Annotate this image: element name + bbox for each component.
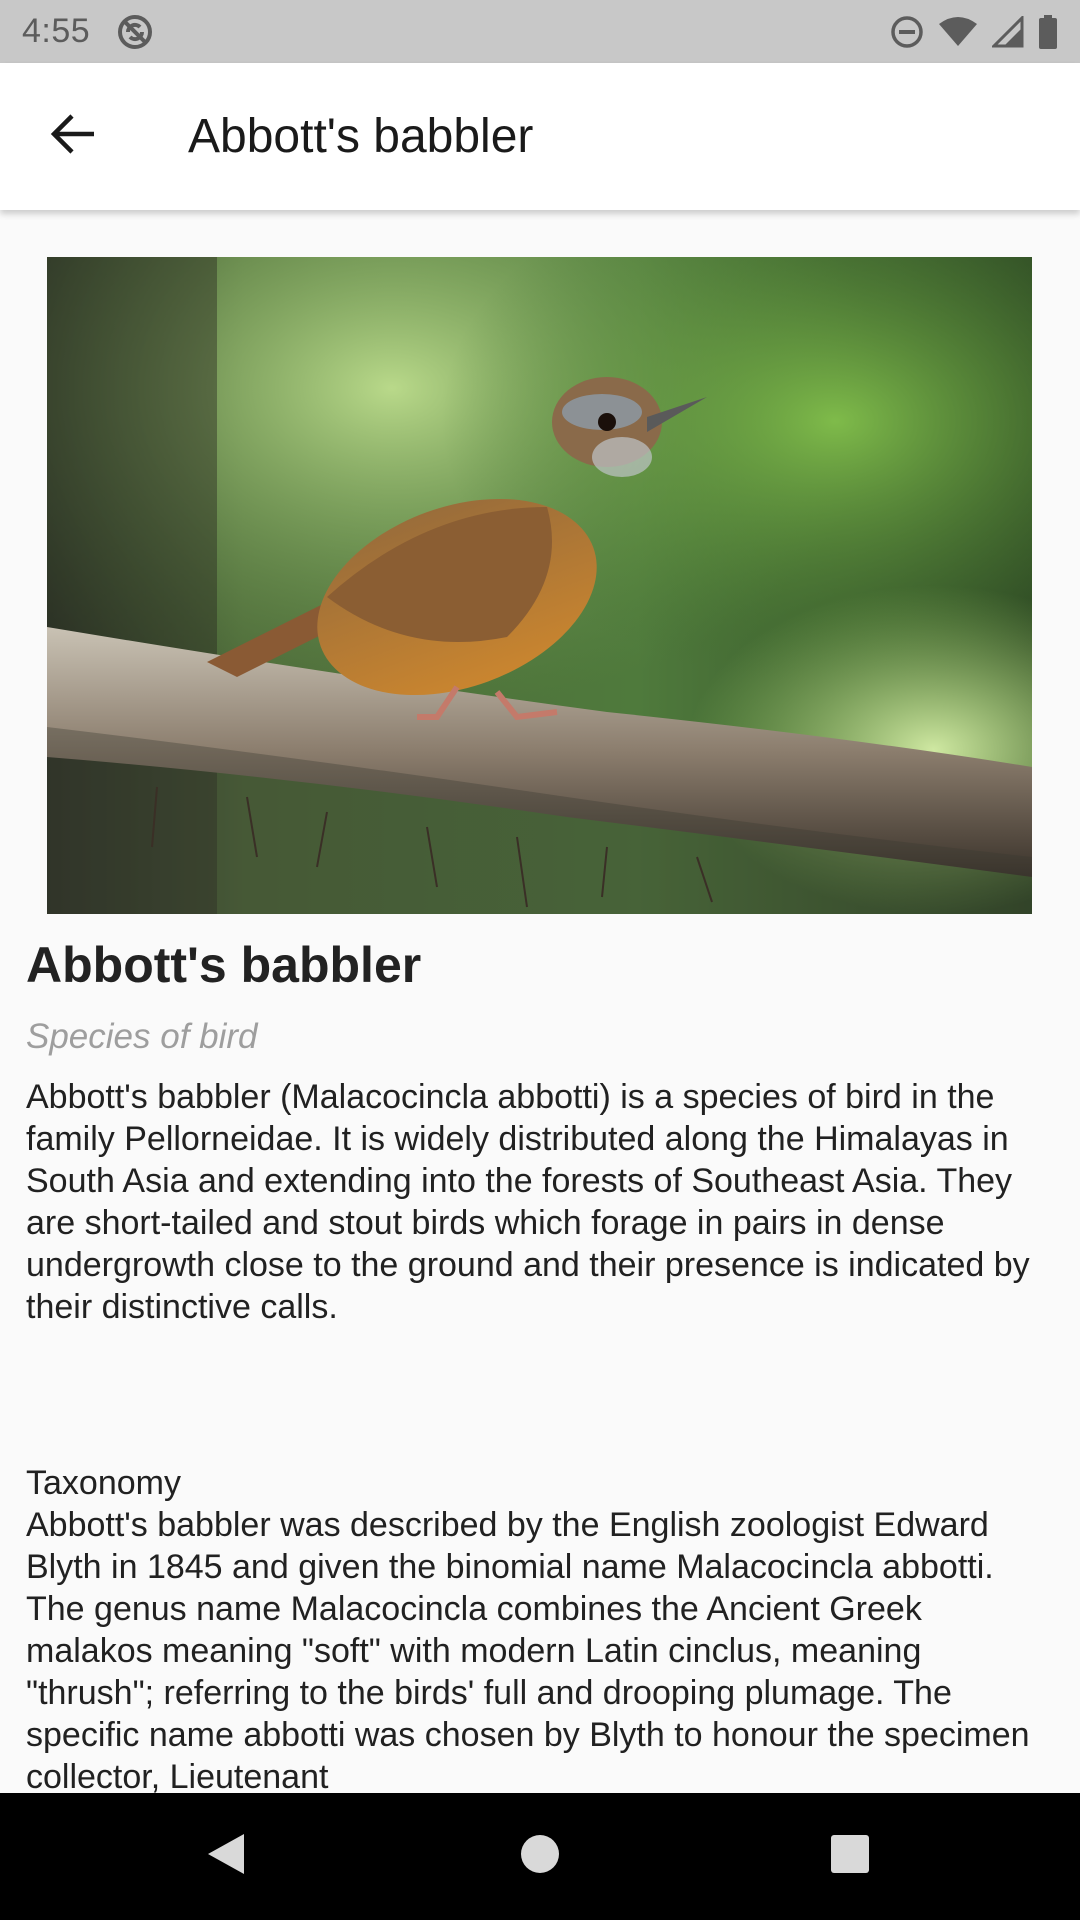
arrow-back-icon [50, 111, 96, 162]
battery-icon [1038, 14, 1058, 49]
nav-home-button[interactable] [480, 1793, 600, 1920]
section-body: Abbott's babbler was described by the En… [26, 1506, 1030, 1793]
article-title: Abbott's babbler [26, 937, 422, 993]
recents-square-icon [830, 1834, 870, 1879]
wifi-icon [938, 16, 978, 48]
status-time: 4:55 [22, 12, 91, 50]
article-subtitle: Species of bird [26, 1017, 258, 1056]
home-circle-icon [519, 1833, 561, 1880]
article-summary: Abbott's babbler (Malacocincla abbotti) … [26, 1078, 1040, 1326]
status-bar: 4:55 [0, 0, 1080, 63]
sync-disabled-icon [116, 13, 154, 51]
section-title: Taxonomy [26, 1464, 181, 1502]
nav-back-button[interactable] [166, 1793, 286, 1920]
app-bar-title: Abbott's babbler [188, 110, 534, 163]
bird-photo [47, 257, 1032, 914]
app-bar: Abbott's babbler [0, 63, 1080, 210]
do-not-disturb-icon [890, 15, 924, 49]
cell-signal-icon [992, 15, 1024, 48]
article: Abbott's babbler Species of bird Abbott'… [26, 935, 1056, 1793]
back-button[interactable] [36, 100, 110, 174]
back-triangle-icon [204, 1831, 248, 1882]
nav-recents-button[interactable] [790, 1793, 910, 1920]
system-nav-bar [0, 1793, 1080, 1920]
article-scroll-view[interactable]: Abbott's babbler Species of bird Abbott'… [0, 210, 1080, 1793]
